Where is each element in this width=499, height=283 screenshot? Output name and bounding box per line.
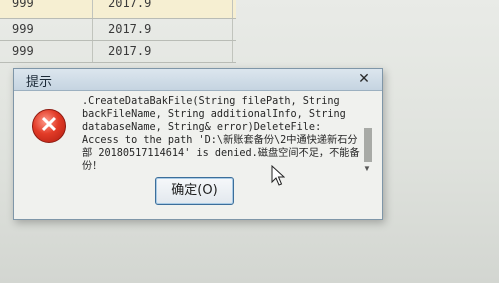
error-icon: ✕	[32, 109, 66, 143]
table-cell: 2017.9	[108, 22, 152, 36]
column-divider	[92, 19, 93, 40]
mouse-pointer-icon	[271, 165, 285, 186]
error-message: .CreateDataBakFile(String filePath, Stri…	[82, 96, 360, 172]
error-dialog: 提示 ✕ ✕ .CreateDataBakFile(String filePat…	[13, 68, 383, 220]
scroll-down-icon[interactable]: ▼	[363, 164, 371, 173]
column-divider	[92, 41, 93, 62]
ok-button[interactable]: 确定(O)	[155, 177, 234, 205]
background-data-table: 999 2017.9 999 2017.9 999 2017.9	[0, 0, 236, 63]
scrollbar-thumb[interactable]	[364, 128, 372, 162]
dialog-titlebar[interactable]: 提示 ✕	[14, 69, 382, 91]
column-divider	[232, 41, 233, 62]
message-scrollbar[interactable]: ▼	[362, 124, 374, 178]
table-row[interactable]: 999 2017.9	[0, 0, 236, 19]
dialog-title: 提示	[26, 75, 53, 90]
close-icon[interactable]: ✕	[356, 70, 372, 86]
table-row[interactable]: 999 2017.9	[0, 19, 236, 41]
column-divider	[92, 0, 93, 18]
table-cell: 999	[12, 44, 34, 58]
column-divider	[232, 0, 233, 18]
column-divider	[232, 19, 233, 40]
table-cell: 2017.9	[108, 0, 152, 10]
table-cell: 999	[12, 0, 34, 10]
table-row[interactable]: 999 2017.9	[0, 41, 236, 63]
table-cell: 2017.9	[108, 44, 152, 58]
table-cell: 999	[12, 22, 34, 36]
